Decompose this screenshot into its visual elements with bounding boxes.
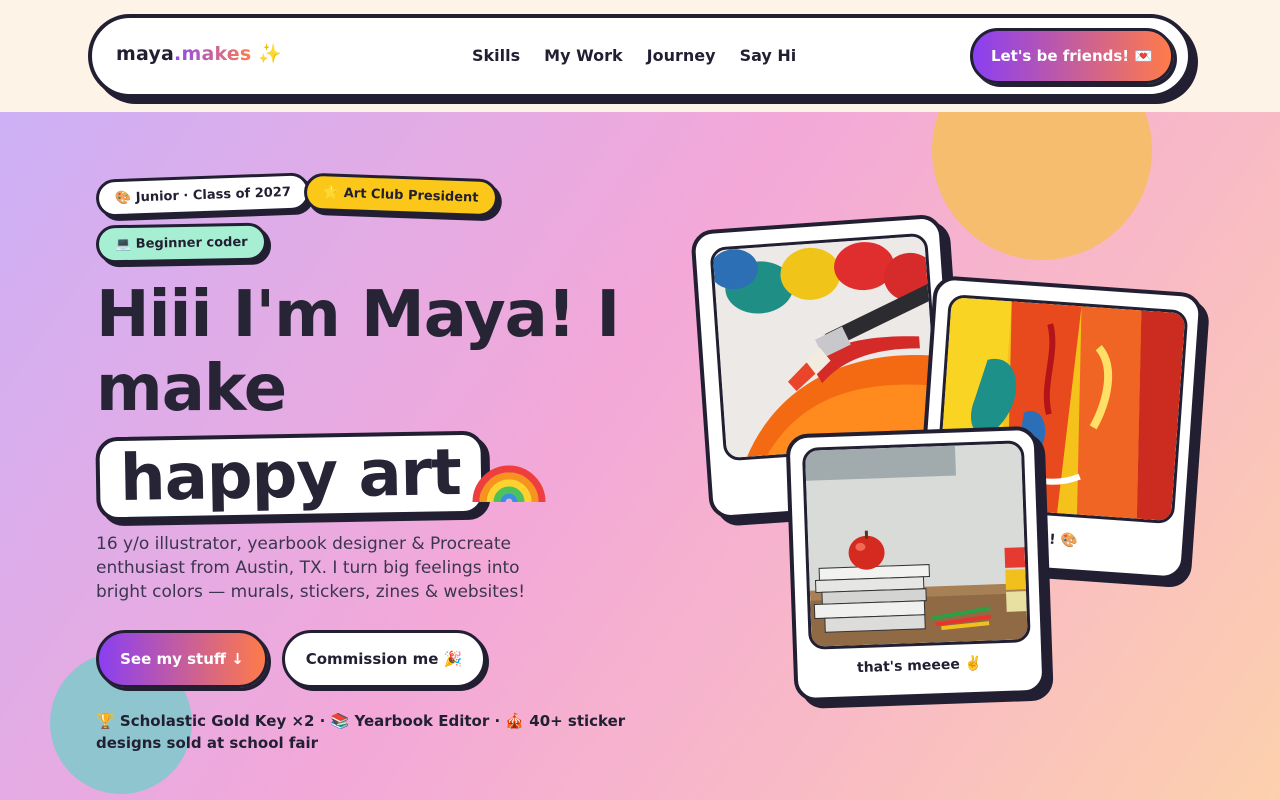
paintbrush-photo [709, 232, 942, 462]
decorative-orange-circle [932, 112, 1152, 260]
badge-art-club: ⭐ Art Club President [303, 172, 499, 218]
logo-name: maya [116, 43, 175, 65]
nav-links: Skills My Work Journey Say Hi [472, 46, 796, 65]
friends-button[interactable]: Let's be friends! 💌 [970, 28, 1174, 84]
nav-link-journey[interactable]: Journey [647, 46, 716, 65]
hero-headline: Hiii I'm Maya! I make [96, 278, 636, 426]
intro-text: 16 y/o illustrator, yearbook designer & … [96, 534, 526, 602]
rainbow-icon [472, 465, 546, 503]
commission-button[interactable]: Commission me 🎉 [282, 630, 486, 688]
navbar: maya.makes ✨ Skills My Work Journey Say … [88, 14, 1192, 98]
apple-books-photo [801, 440, 1031, 650]
nav-link-say-hi[interactable]: Say Hi [740, 46, 797, 65]
sparkle-icon: ✨ [258, 43, 283, 65]
headline-line-2: make [96, 352, 287, 426]
top-bar: maya.makes ✨ Skills My Work Journey Say … [0, 0, 1280, 112]
polaroid-card: that's meeee ✌️ [785, 425, 1047, 703]
logo-suffix: .makes [174, 43, 252, 65]
badge-coder: 💻 Beginner coder [95, 222, 267, 264]
hero-section: 🎨 Junior · Class of 2027 ⭐ Art Club Pres… [0, 112, 1280, 800]
badge-class-year: 🎨 Junior · Class of 2027 [95, 172, 311, 218]
logo[interactable]: maya.makes ✨ [116, 42, 282, 65]
polaroid-caption: that's meeee ✌️ [856, 655, 983, 677]
achievements-line: 🏆 Scholastic Gold Key ×2 · 📚 Yearbook Ed… [96, 712, 626, 752]
see-my-stuff-button[interactable]: See my stuff ↓ [96, 630, 268, 688]
nav-link-my-work[interactable]: My Work [544, 46, 623, 65]
nav-link-skills[interactable]: Skills [472, 46, 520, 65]
headline-line-1: Hiii I'm Maya! I [96, 278, 620, 352]
headline-highlight: happy art [95, 430, 486, 522]
